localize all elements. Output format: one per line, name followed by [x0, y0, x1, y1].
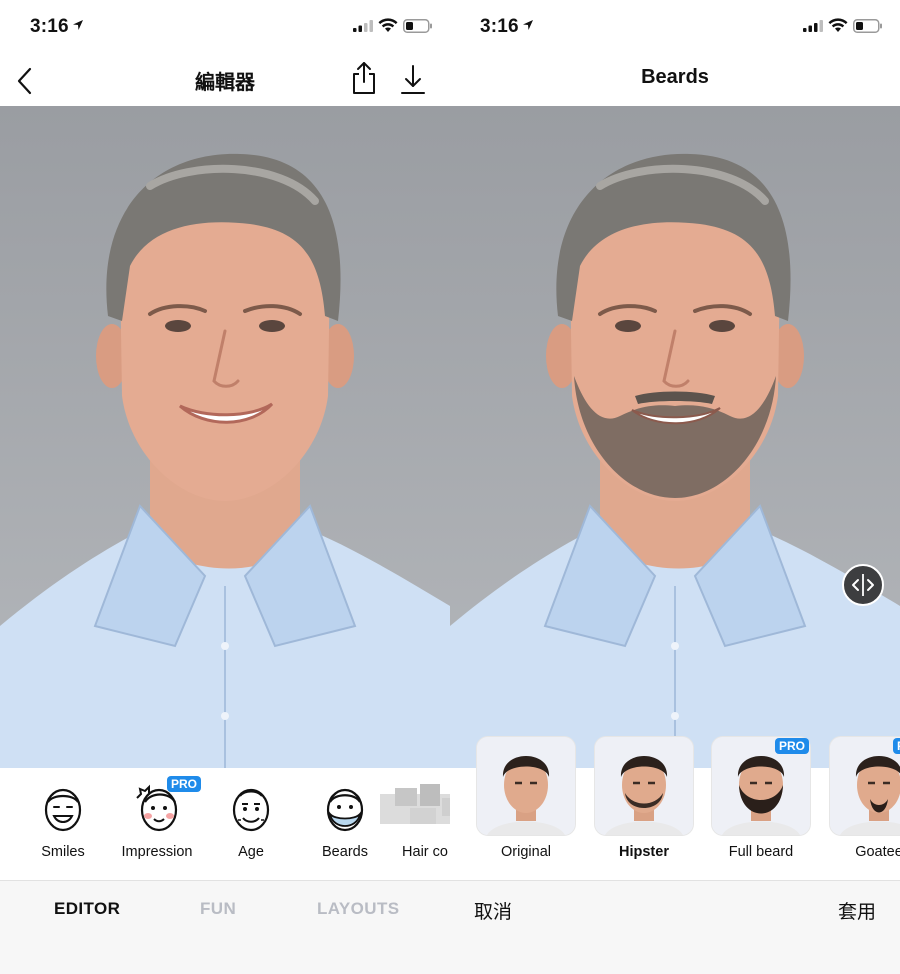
style-label: Hipster [619, 844, 669, 860]
compare-arrows-icon [852, 574, 874, 596]
style-original[interactable]: Original [476, 736, 576, 860]
apply-button[interactable]: 套用 [838, 897, 876, 924]
compare-toggle-button[interactable] [842, 564, 884, 606]
tool-impression[interactable]: PRO Impression [114, 776, 202, 860]
thumbnail-card [594, 736, 694, 836]
nav-bar: Beards [450, 52, 900, 106]
beard-face-icon [321, 780, 369, 834]
tab-layouts[interactable]: LAYOUTS [317, 899, 399, 919]
cellular-signal-icon [353, 20, 373, 32]
tool-label: Smiles [41, 844, 85, 860]
cancel-button[interactable]: 取消 [474, 897, 512, 924]
location-arrow-icon [73, 20, 83, 30]
nav-bar: 編輯器 [0, 52, 450, 106]
portrait-photo [0, 106, 450, 768]
tool-label: Hair co [402, 844, 448, 860]
status-bar: 3:16 [450, 0, 900, 52]
pro-badge: PRO [167, 776, 202, 792]
style-goatee[interactable]: PRO Goatee [829, 736, 900, 860]
editor-tab-bar: EDITOR FUN LAYOUTS [0, 880, 450, 974]
editor-screen: 3:16 編輯器 Smiles PRO Impression Age Beard… [0, 0, 450, 974]
tab-editor[interactable]: EDITOR [54, 899, 120, 919]
status-bar: 3:16 [0, 0, 450, 52]
tool-label: Age [238, 844, 264, 860]
portrait-photo-with-beard [450, 106, 900, 768]
style-label: Original [501, 844, 551, 860]
old-face-icon [227, 780, 275, 834]
status-time: 3:16 [480, 16, 519, 37]
thumbnail-card [476, 736, 576, 836]
wifi-icon [378, 18, 398, 32]
battery-icon [403, 19, 432, 33]
style-label: Full beard [728, 844, 794, 860]
tool-label: Impression [121, 844, 193, 860]
status-time: 3:16 [30, 16, 69, 37]
pro-badge: PRO [893, 738, 900, 754]
tab-fun[interactable]: FUN [200, 899, 236, 919]
battery-icon [853, 19, 882, 33]
style-hipster[interactable]: Hipster [594, 736, 694, 860]
share-icon[interactable] [350, 60, 378, 96]
impression-face-icon: PRO [133, 776, 202, 834]
download-icon[interactable] [400, 64, 426, 96]
cellular-signal-icon [803, 20, 823, 32]
action-bar: 取消 套用 [450, 880, 900, 974]
page-title: Beards [641, 66, 709, 88]
style-full-beard[interactable]: PRO Full beard [711, 736, 811, 860]
page-title: 編輯器 [195, 72, 255, 94]
smile-face-icon [39, 780, 87, 834]
tool-label: Beards [322, 844, 368, 860]
tool-beards[interactable]: Beards [302, 780, 388, 860]
beard-style-picker: Original Hipster PRO Full beard Goatee [450, 736, 900, 880]
style-label: Goatee [855, 844, 900, 860]
tool-age[interactable]: Age [208, 780, 294, 860]
pixelated-blur-patch [380, 784, 450, 824]
location-arrow-icon [523, 20, 533, 30]
wifi-icon [828, 18, 848, 32]
thumbnail-card [829, 736, 900, 836]
tool-row: Smiles PRO Impression Age Beards Hair co [0, 768, 450, 880]
tool-smiles[interactable]: Smiles [20, 780, 106, 860]
pro-badge: PRO [775, 738, 810, 754]
beards-screen: 3:16 Beards Original Hipster PRO Full be… [450, 0, 900, 974]
